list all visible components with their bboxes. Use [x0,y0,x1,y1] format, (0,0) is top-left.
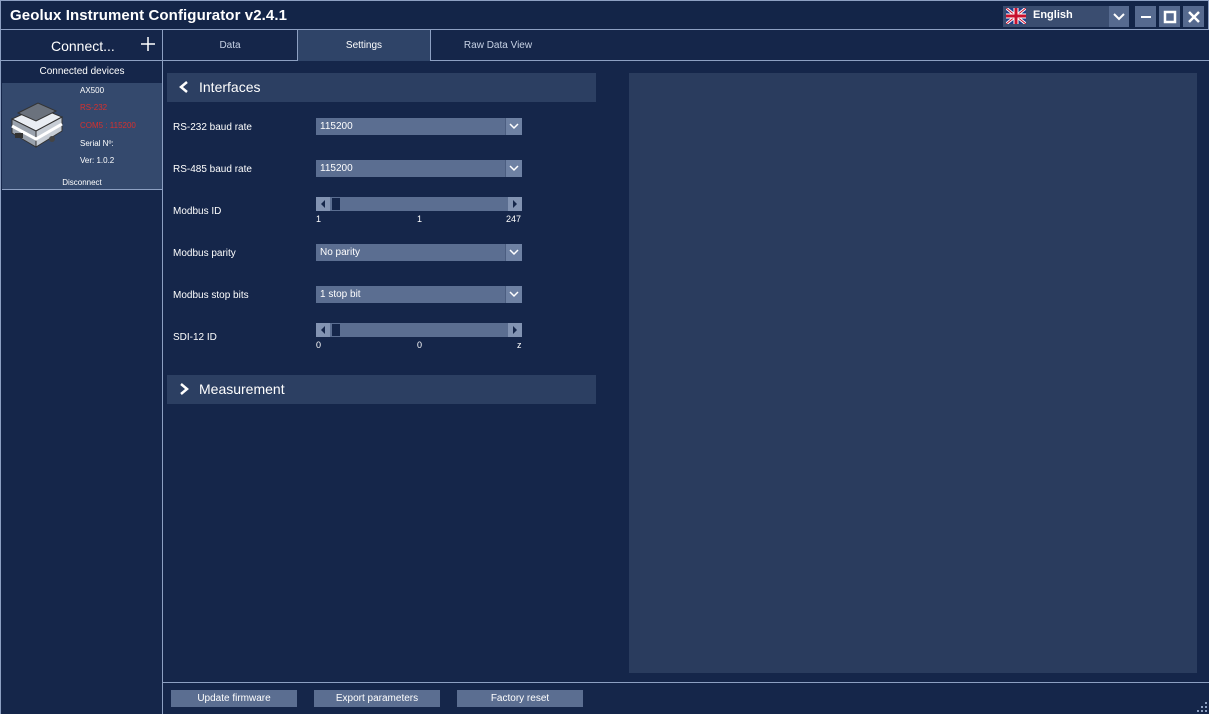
modbus-id-label: Modbus ID [173,206,222,217]
modbus-id-max: 247 [506,214,522,224]
sdi12-id-value: 0 [417,340,423,350]
rs485-value: 115200 [320,163,353,174]
device-serial: Serial Nº: [80,139,114,148]
chevron-down-icon [505,118,522,135]
footer-divider [163,682,1209,683]
chevron-down-icon [505,286,522,303]
chevron-down-icon [505,244,522,261]
measurement-title: Measurement [199,381,285,397]
slider-right-button[interactable] [508,197,522,211]
modbus-id-value: 1 [417,214,423,224]
app-title: Geolux Instrument Configurator v2.4.1 [10,7,288,24]
factory-reset-button[interactable]: Factory reset [457,690,583,707]
measurement-section-header[interactable]: Measurement [167,375,596,404]
chevron-down-icon[interactable] [1109,6,1129,27]
tab-settings[interactable]: Settings [297,30,431,61]
sdi12-id-label: SDI-12 ID [173,332,217,343]
maximize-button[interactable] [1159,6,1180,27]
slider-right-button[interactable] [508,323,522,337]
modbus-parity-value: No parity [320,247,361,258]
rs232-value: 115200 [320,121,353,132]
device-port: COM5 : 115200 [80,121,136,130]
tab-raw-data-view[interactable]: Raw Data View [431,30,565,61]
triangle-right-icon [513,200,517,208]
triangle-left-icon [321,200,325,208]
modbus-parity-select[interactable]: No parity [316,244,522,261]
language-select[interactable]: English [1003,6,1129,27]
close-icon [1187,10,1200,23]
interfaces-section-header[interactable]: Interfaces [167,73,596,102]
triangle-right-icon [513,326,517,334]
rs485-label: RS-485 baud rate [173,164,252,175]
modbus-id-slider[interactable] [316,197,522,211]
modbus-stop-bits-label: Modbus stop bits [173,290,249,301]
disconnect-button[interactable]: Disconnect [2,178,162,187]
chevron-right-icon [180,383,189,395]
sdi12-id-slider[interactable] [316,323,522,337]
slider-thumb[interactable] [332,324,340,336]
plus-icon [141,37,155,51]
maximize-icon [1163,10,1176,23]
slider-thumb[interactable] [332,198,340,210]
slider-left-button[interactable] [316,197,330,211]
interfaces-title: Interfaces [199,79,261,95]
device-interface: RS-232 [80,103,108,112]
device-image [10,102,64,148]
slider-left-button[interactable] [316,323,330,337]
export-parameters-button[interactable]: Export parameters [314,690,440,707]
uk-flag-icon [1006,8,1026,24]
chevron-left-icon [179,81,188,93]
connect-button[interactable]: Connect... [1,30,163,61]
sdi12-id-max: z [517,340,522,350]
connect-label: Connect... [51,38,115,54]
device-card[interactable]: AX500 RS-232 COM5 : 115200 Serial Nº: Ve… [2,83,162,190]
title-bar: Geolux Instrument Configurator v2.4.1 En… [0,0,1209,30]
resize-grip-icon[interactable] [1197,702,1207,712]
sidebar: Connect... Connected devices AX500 RS-23… [0,30,163,714]
minimize-button[interactable] [1135,6,1156,27]
modbus-parity-label: Modbus parity [173,248,236,259]
device-model: AX500 [80,86,105,95]
chevron-down-icon [505,160,522,177]
modbus-stop-bits-value: 1 stop bit [320,289,361,300]
sdi12-id-min: 0 [316,340,322,350]
modbus-id-min: 1 [316,214,322,224]
connected-devices-title: Connected devices [39,66,125,77]
tab-data[interactable]: Data [163,30,297,61]
rs232-label: RS-232 baud rate [173,122,252,133]
minimize-icon [1140,15,1151,18]
close-button[interactable] [1183,6,1204,27]
info-panel [629,73,1197,673]
rs232-baud-select[interactable]: 115200 [316,118,522,135]
language-label: English [1033,9,1073,21]
tab-bar: Data Settings Raw Data View [163,30,1209,61]
device-version: Ver: 1.0.2 [80,156,115,165]
modbus-stop-bits-select[interactable]: 1 stop bit [316,286,522,303]
rs485-baud-select[interactable]: 115200 [316,160,522,177]
triangle-left-icon [321,326,325,334]
update-firmware-button[interactable]: Update firmware [171,690,297,707]
